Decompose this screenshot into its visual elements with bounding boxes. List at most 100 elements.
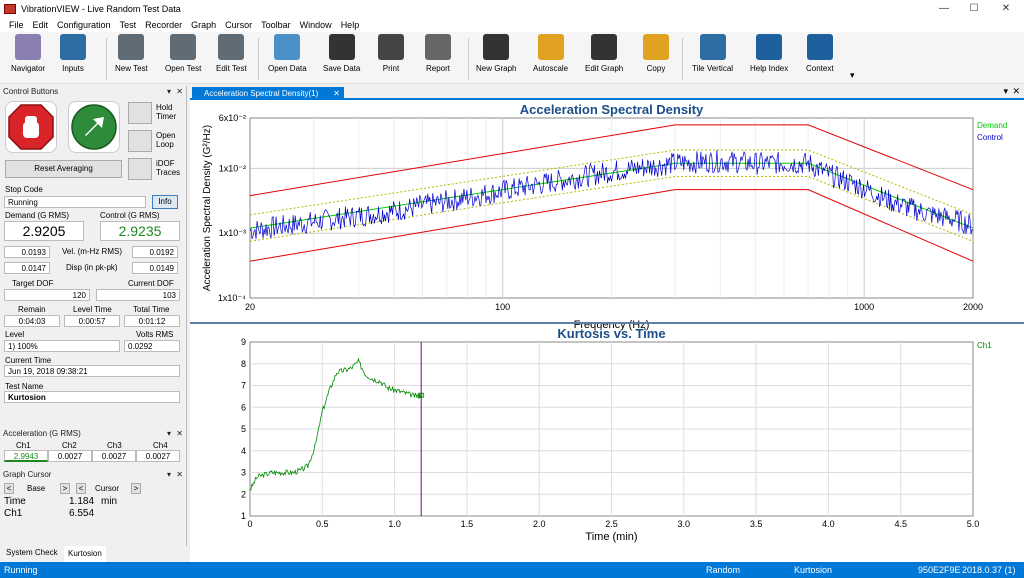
menu-window[interactable]: Window: [300, 20, 332, 30]
toolbar-edit-graph-button[interactable]: Edit Graph: [585, 34, 623, 73]
toolbar-inputs-button[interactable]: Inputs: [60, 34, 86, 73]
kurtosis-y-tick-label: 6: [241, 402, 246, 412]
toolbar-new-test-button[interactable]: New Test: [115, 34, 148, 73]
toolbar-help-index-button[interactable]: Help Index: [750, 34, 788, 73]
toolbar-report-button[interactable]: Report: [425, 34, 451, 73]
idof-traces-toggle[interactable]: [128, 158, 152, 180]
kurtosis-graph[interactable]: Kurtosis vs. Time 0 0.5 1.0 1.5 2.0 2.5 3.0 3.5 4…: [190, 324, 1024, 562]
pin-icon[interactable]: ▾: [167, 86, 171, 97]
tab-menu-icon[interactable]: ▾: [1003, 86, 1008, 97]
toolbar-label: Tile Vertical: [692, 64, 734, 73]
navigator-icon: [15, 34, 42, 60]
toolbar-open-data-button[interactable]: Open Data: [268, 34, 307, 73]
graph-tab-strip: Acceleration Spectral Density(1) ✕ ▾ ✕: [190, 86, 1024, 100]
cursor-next-button[interactable]: >: [131, 483, 141, 494]
level-label: Level: [5, 330, 25, 339]
kurtosis-y-tick-label: 7: [241, 381, 246, 391]
edit-graph-icon: [591, 34, 618, 60]
start-button[interactable]: [68, 101, 120, 153]
toolbar-label: Autoscale: [533, 64, 569, 73]
base-prev-button[interactable]: <: [4, 483, 14, 494]
menu-bar: File Edit Configuration Test Recorder Gr…: [0, 18, 1024, 32]
close-graph-icon[interactable]: ✕: [1012, 86, 1020, 97]
base-next-button[interactable]: >: [60, 483, 70, 494]
open-loop-toggle[interactable]: [128, 130, 152, 152]
close-panel-icon[interactable]: ✕: [176, 469, 183, 480]
tab-system-check[interactable]: System Check: [6, 548, 58, 557]
ch3-accel-value: 0.0027: [92, 450, 136, 462]
minimize-button[interactable]: —: [928, 0, 960, 18]
ch2-accel-value: 0.0027: [48, 450, 92, 462]
toolbar-open-test-button[interactable]: Open Test: [165, 34, 201, 73]
toolbar-label: Print: [382, 64, 400, 73]
ch4-accel-value: 0.0027: [136, 450, 180, 462]
toolbar-label: Report: [425, 64, 450, 73]
toolbar-save-data-button[interactable]: Save Data: [323, 34, 360, 73]
target-dof-value: 120: [4, 289, 90, 301]
reset-averaging-button[interactable]: Reset Averaging: [5, 160, 122, 178]
pin-icon[interactable]: ▾: [167, 469, 171, 480]
close-window-button[interactable]: ✕: [990, 0, 1022, 18]
control-panel: Control Buttons ▾ ✕ Hold Timer Open Loop i…: [0, 86, 187, 562]
toolbar-overflow-icon[interactable]: ▾: [850, 70, 855, 81]
kurtosis-y-tick-label: 4: [241, 446, 246, 456]
toolbar-label: Inputs: [62, 64, 84, 73]
disp-demand-value: 0.0147: [4, 262, 50, 274]
vel-control-value: 0.0192: [132, 246, 178, 258]
status-version: 2018.0.37 (1): [962, 565, 1016, 575]
hold-timer-toggle[interactable]: [128, 102, 152, 124]
menu-graph[interactable]: Graph: [191, 20, 216, 30]
toolbar-separator: [106, 38, 107, 80]
demand-label: Demand (G RMS): [5, 211, 70, 220]
toolbar-tile-vertical-button[interactable]: Tile Vertical: [692, 34, 733, 73]
stop-button[interactable]: [5, 101, 57, 153]
asd-y-tick-label: 6x10⁻²: [219, 113, 246, 123]
kurtosis-y-tick-label: 9: [241, 337, 246, 347]
target-dof-label: Target DOF: [12, 279, 54, 288]
menu-recorder[interactable]: Recorder: [145, 20, 182, 30]
idof-traces-label: iDOF Traces: [156, 159, 181, 177]
status-test: Kurtosion: [794, 565, 833, 575]
menu-configuration[interactable]: Configuration: [57, 20, 111, 30]
close-panel-icon[interactable]: ✕: [176, 86, 183, 97]
toolbar-context-button[interactable]: Context: [806, 34, 834, 73]
menu-file[interactable]: File: [9, 20, 24, 30]
bottom-tabs: System Check Kurtosion: [0, 546, 187, 562]
close-tab-icon[interactable]: ✕: [333, 87, 340, 100]
toolbar-new-graph-button[interactable]: New Graph: [476, 34, 516, 73]
toolbar-navigator-button[interactable]: Navigator: [11, 34, 45, 73]
kurtosis-y-tick-label: 5: [241, 424, 246, 434]
toolbar-print-button[interactable]: Print: [378, 34, 404, 73]
tab-kurtosion[interactable]: Kurtosion: [64, 546, 106, 562]
cursor-prev-button[interactable]: <: [76, 483, 86, 494]
menu-help[interactable]: Help: [341, 20, 360, 30]
toolbar-edit-test-button[interactable]: Edit Test: [216, 34, 247, 73]
toolbar-label: Navigator: [11, 64, 46, 73]
menu-test[interactable]: Test: [120, 20, 137, 30]
tab-acceleration-spectral-density[interactable]: Acceleration Spectral Density(1) ✕: [192, 87, 344, 100]
edit-test-gear-icon: [218, 34, 245, 60]
menu-edit[interactable]: Edit: [33, 20, 49, 30]
new-graph-icon: [483, 34, 510, 60]
window-title: VibrationVIEW - Live Random Test Data: [21, 4, 181, 14]
close-panel-icon[interactable]: ✕: [176, 428, 183, 439]
toolbar-separator: [682, 38, 683, 80]
menu-cursor[interactable]: Cursor: [225, 20, 252, 30]
pin-icon[interactable]: ▾: [167, 428, 171, 439]
base-label: Base: [27, 484, 46, 493]
level-time-value: 0:00:57: [64, 315, 120, 327]
volts-label: Volts RMS: [136, 330, 174, 339]
new-test-gear-icon: [118, 34, 145, 60]
asd-x-tick-label: 1000: [854, 302, 874, 312]
level-time-label: Level Time: [73, 305, 112, 314]
info-button[interactable]: Info: [152, 195, 178, 209]
copy-icon: [643, 34, 669, 60]
toolbar-copy-button[interactable]: Copy: [643, 34, 669, 73]
asd-graph[interactable]: Acceleration Spectral Density 20 100 1000 20…: [190, 100, 1024, 336]
toolbar-autoscale-button[interactable]: Autoscale: [533, 34, 568, 73]
kurtosis-x-tick-label: 4.0: [822, 519, 835, 529]
toolbar-label: New Test: [115, 64, 148, 73]
open-loop-label: Open Loop: [156, 131, 176, 149]
menu-toolbar[interactable]: Toolbar: [261, 20, 291, 30]
maximize-button[interactable]: ☐: [958, 0, 990, 18]
